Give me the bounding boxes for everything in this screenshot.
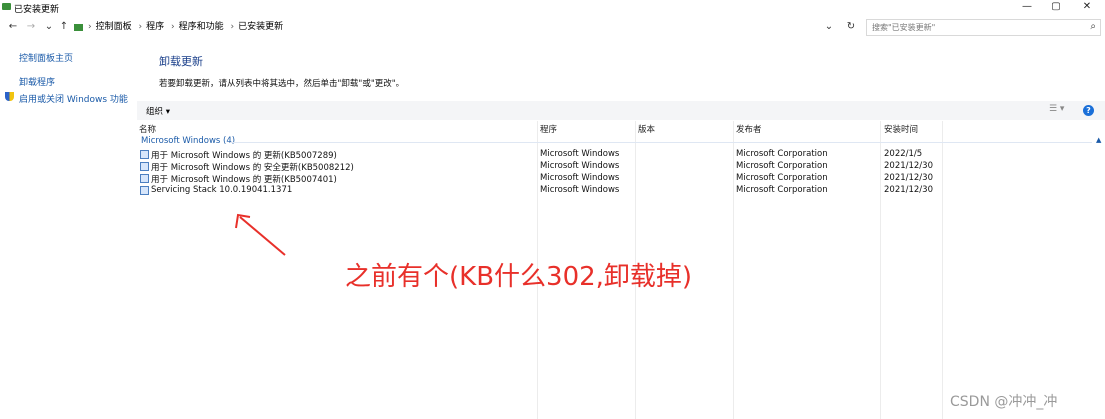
watermark: CSDN @冲冲_冲 <box>950 394 1058 410</box>
annotation-text: 之前有个(KB什么302,卸载掉) <box>345 262 693 292</box>
annotation-arrow <box>235 213 286 256</box>
